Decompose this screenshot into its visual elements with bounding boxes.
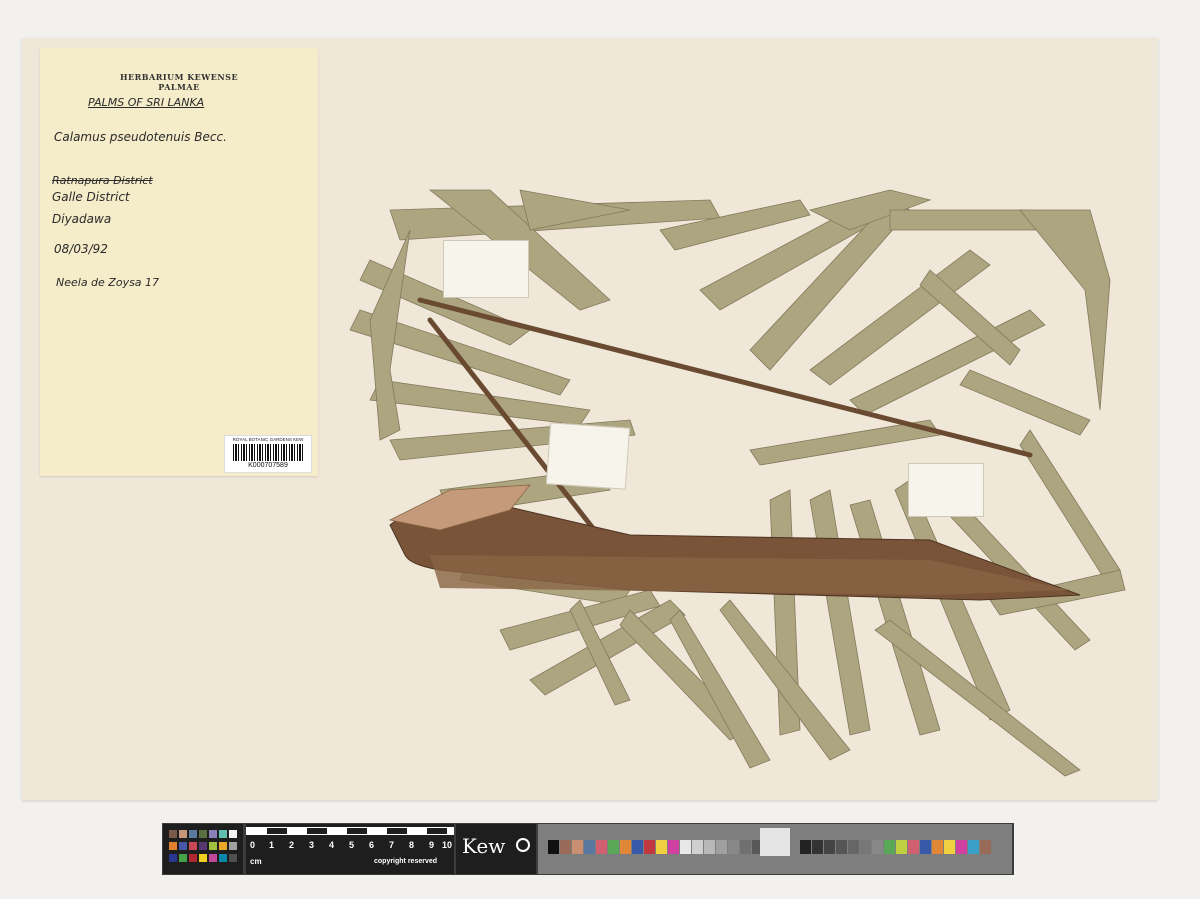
copyright-text: copyright reserved bbox=[374, 858, 438, 865]
collector: Neela de Zoysa 17 bbox=[56, 276, 160, 289]
barcode-label: ROYAL BOTANIC GARDENS KEW K000707589 bbox=[224, 435, 312, 473]
unit-label: cm bbox=[250, 857, 262, 866]
ruler-num: 3 bbox=[309, 840, 315, 850]
family-name: PALMAE bbox=[158, 82, 200, 92]
barcode-header: ROYAL BOTANIC GARDENS KEW bbox=[232, 437, 304, 442]
specimen-tag-3 bbox=[908, 463, 984, 517]
ruler-num: 9 bbox=[429, 840, 435, 850]
specimen-tag-2 bbox=[545, 422, 631, 490]
specimen-tag-1 bbox=[443, 240, 529, 298]
species-name: Calamus pseudotenuis Becc. bbox=[54, 130, 227, 144]
kew-logo-block: Kew bbox=[456, 824, 536, 874]
color-checker bbox=[163, 824, 243, 874]
ruler-num: 10 bbox=[442, 840, 453, 850]
ruler-num: 0 bbox=[250, 840, 256, 850]
district: Galle District bbox=[52, 190, 130, 204]
ruler-num: 1 bbox=[269, 840, 275, 850]
gray-color-target bbox=[538, 824, 1012, 874]
herbarium-label: HERBARIUM KEWENSE PALMAE PALMS OF SRI LA… bbox=[40, 48, 318, 476]
struck-district: Ratnapura District bbox=[52, 174, 153, 187]
cm-ruler: 0 1 2 3 4 5 6 7 8 9 10 cm copyright rese… bbox=[246, 824, 454, 874]
ruler-ticks bbox=[246, 827, 454, 835]
ruler-num: 2 bbox=[289, 840, 295, 850]
ruler-num: 4 bbox=[329, 840, 335, 850]
locality: Diyadawa bbox=[52, 212, 112, 226]
kew-logo: Kew bbox=[462, 834, 506, 858]
ruler-num: 6 bbox=[369, 840, 375, 850]
crest-icon bbox=[516, 838, 530, 852]
institution-name: HERBARIUM KEWENSE bbox=[119, 72, 239, 82]
barcode-bars bbox=[233, 444, 303, 461]
ruler-num: 7 bbox=[389, 840, 395, 850]
series-title: PALMS OF SRI LANKA bbox=[88, 96, 205, 109]
ruler-num: 5 bbox=[349, 840, 355, 850]
collection-date: 08/03/92 bbox=[54, 242, 108, 256]
barcode-number: K000707589 bbox=[248, 462, 288, 469]
ruler-num: 8 bbox=[409, 840, 415, 850]
